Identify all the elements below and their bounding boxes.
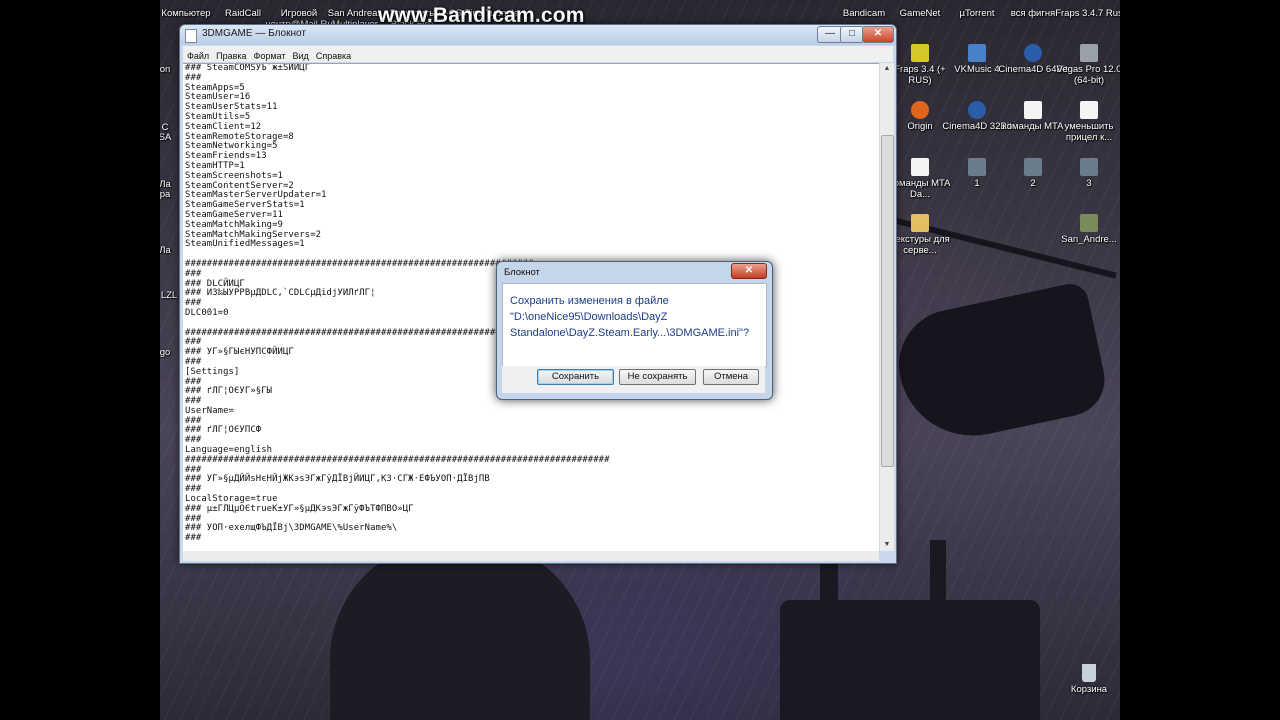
cancel-button[interactable]: Отмена bbox=[703, 369, 759, 385]
desktop-icon-3[interactable]: 3 bbox=[1054, 158, 1120, 189]
text-file-icon bbox=[1024, 101, 1042, 119]
wallpaper-tower-shape bbox=[820, 560, 838, 620]
desktop-icon-recycle-bin[interactable]: Корзина bbox=[1054, 664, 1120, 695]
text-file-icon bbox=[1080, 101, 1098, 119]
text-file-icon bbox=[911, 158, 929, 176]
wallpaper-tower-shape bbox=[930, 540, 946, 620]
save-changes-dialog[interactable]: Блокнот ✕ Сохранить изменения в файле "D… bbox=[496, 261, 773, 400]
scrollbar-thumb[interactable] bbox=[881, 135, 894, 467]
image-file-icon bbox=[1080, 214, 1098, 232]
dont-save-button[interactable]: Не сохранять bbox=[619, 369, 696, 385]
dialog-body: Сохранить изменения в файле "D:\oneNice9… bbox=[502, 283, 767, 367]
wallpaper-castle-shape bbox=[780, 600, 1040, 720]
fraps-icon bbox=[911, 44, 929, 62]
menu-edit[interactable]: Правка bbox=[212, 49, 249, 61]
scroll-down-arrow-icon[interactable]: ▼ bbox=[881, 539, 893, 551]
vertical-scrollbar[interactable]: ▲ ▼ bbox=[879, 63, 894, 551]
desktop-icon-fraps-rus[interactable]: Fraps 3.4.7 Rus bbox=[1054, 8, 1120, 19]
dialog-close-button[interactable]: ✕ bbox=[731, 263, 767, 279]
menu-view[interactable]: Вид bbox=[289, 49, 312, 61]
cinema4d-icon bbox=[968, 101, 986, 119]
desktop-icon-vegas[interactable]: Vegas Pro 12.0 (64-bit) bbox=[1054, 44, 1120, 86]
desktop-icon-san-andreas[interactable]: San_Andre... bbox=[1054, 214, 1120, 245]
menu-file[interactable]: Файл bbox=[183, 49, 212, 61]
vkmusic-icon bbox=[968, 44, 986, 62]
dialog-message: Сохранить изменения в файле "D:\oneNice9… bbox=[510, 295, 750, 339]
notepad-title: 3DMGAME — Блокнот bbox=[202, 28, 306, 39]
vegas-icon bbox=[1080, 44, 1098, 62]
menu-format[interactable]: Формат bbox=[250, 49, 289, 61]
image-file-icon bbox=[968, 158, 986, 176]
notepad-menubar: Файл Правка Формат Вид Справка bbox=[183, 46, 893, 62]
cinema4d-icon bbox=[1024, 44, 1042, 62]
notepad-titlebar[interactable]: 3DMGAME — Блокнот — □ ✕ bbox=[180, 25, 896, 45]
close-button[interactable]: ✕ bbox=[862, 26, 894, 43]
scroll-up-arrow-icon[interactable]: ▲ bbox=[881, 63, 893, 75]
image-file-icon bbox=[1024, 158, 1042, 176]
menu-help[interactable]: Справка bbox=[312, 49, 354, 61]
save-button[interactable]: Сохранить bbox=[537, 369, 614, 385]
desktop-icon-crosshair[interactable]: уменьшить прицел к... bbox=[1054, 101, 1120, 143]
notepad-app-icon bbox=[185, 29, 197, 43]
horizontal-scrollbar[interactable] bbox=[183, 551, 879, 561]
image-file-icon bbox=[1080, 158, 1098, 176]
maximize-button[interactable]: □ bbox=[840, 26, 864, 43]
dialog-title: Блокнот bbox=[504, 267, 540, 278]
origin-icon bbox=[911, 101, 929, 119]
recycle-bin-icon bbox=[1082, 664, 1096, 682]
folder-icon bbox=[911, 214, 929, 232]
